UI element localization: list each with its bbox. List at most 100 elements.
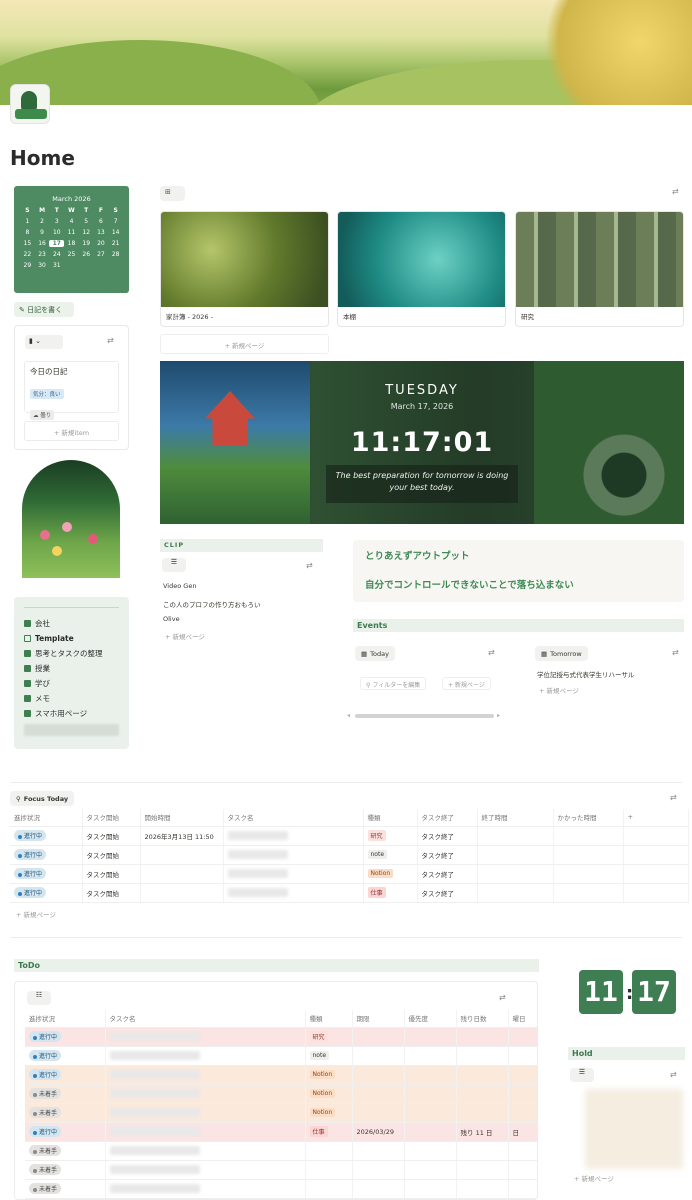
due-date[interactable] <box>352 1084 405 1104</box>
hold-blurred-card[interactable] <box>585 1089 683 1169</box>
table-row[interactable]: 未着手 <box>25 1160 537 1180</box>
type-tag[interactable]: 仕事 <box>367 887 386 898</box>
calendar-day[interactable]: 26 <box>79 251 94 258</box>
task-name-blurred[interactable] <box>223 845 364 865</box>
focus-new-page-button[interactable]: + 新規ページ <box>16 909 684 919</box>
todo-view-icon[interactable]: ☷ <box>27 991 51 1005</box>
table-row[interactable]: 進行中 タスク開始 Notion タスク終了 <box>10 864 689 884</box>
calendar-day[interactable]: 21 <box>108 240 123 247</box>
calendar-day[interactable]: 31 <box>49 262 64 269</box>
calendar-day[interactable]: 7 <box>108 218 123 225</box>
priority[interactable] <box>404 1160 457 1180</box>
due-date[interactable] <box>352 1065 405 1085</box>
calendar-day[interactable]: 12 <box>79 229 94 236</box>
calendar-day[interactable]: 10 <box>49 229 64 236</box>
status-pill[interactable]: 進行中 <box>29 1050 62 1061</box>
calendar-day[interactable]: 29 <box>20 262 35 269</box>
status-pill[interactable]: 進行中 <box>29 1069 62 1080</box>
gallery-new-page-button[interactable]: + 新規ページ <box>160 334 329 354</box>
column-header[interactable]: タスク名 <box>105 1010 306 1028</box>
priority[interactable] <box>404 1141 457 1161</box>
task-name-blurred[interactable] <box>105 1103 306 1123</box>
menu-item[interactable]: メモ <box>24 691 119 706</box>
column-header[interactable]: 終了時間 <box>477 809 554 827</box>
start-button[interactable]: タスク開始 <box>82 826 141 846</box>
type-tag[interactable]: note <box>367 850 388 859</box>
column-header[interactable]: 種類 <box>363 809 418 827</box>
edit-filter-button[interactable]: ⚲ フィルターを編集 <box>360 677 427 690</box>
due-date[interactable] <box>352 1160 405 1180</box>
type-tag[interactable]: Notion <box>309 1108 336 1117</box>
menu-item[interactable]: Template <box>24 631 119 646</box>
task-name-blurred[interactable] <box>105 1046 306 1066</box>
calendar-day[interactable]: 30 <box>35 262 50 269</box>
calendar-day[interactable]: 27 <box>94 251 109 258</box>
type-tag[interactable]: 研究 <box>367 830 386 841</box>
table-row[interactable]: 進行中 タスク開始 仕事 タスク終了 <box>10 883 689 903</box>
table-row[interactable]: 進行中 仕事 2026/03/29 残り 11 日日 <box>25 1122 537 1142</box>
due-date[interactable] <box>352 1103 405 1123</box>
start-button[interactable]: タスク開始 <box>82 864 141 884</box>
menu-item[interactable]: スマホ用ページ <box>24 706 119 721</box>
status-pill[interactable]: 未着手 <box>29 1088 62 1099</box>
table-row[interactable]: 進行中 タスク開始 note タスク終了 <box>10 845 689 865</box>
diary-card[interactable]: 今日の日記 気分：良い ☁ 曇り <box>24 361 119 420</box>
table-row[interactable]: 進行中 タスク開始 2026年3月13日 11:50 研究 タスク終了 <box>10 826 689 846</box>
hold-new-page-button[interactable]: + 新規ページ <box>574 1173 614 1183</box>
column-header[interactable]: 進捗状況 <box>10 809 83 827</box>
calendar-day[interactable]: 9 <box>35 229 50 236</box>
task-name-blurred[interactable] <box>105 1027 306 1047</box>
column-header[interactable]: 期限 <box>352 1010 405 1028</box>
task-name-blurred[interactable] <box>223 883 364 903</box>
task-name-blurred[interactable] <box>105 1084 306 1104</box>
column-header[interactable]: 開始時間 <box>140 809 224 827</box>
calendar-day[interactable]: 15 <box>20 240 35 247</box>
column-header[interactable]: 曜日 <box>508 1010 537 1028</box>
task-name-blurred[interactable] <box>223 864 364 884</box>
view-selector[interactable]: ▮ ⌄ <box>25 335 63 349</box>
calendar-day[interactable]: 13 <box>94 229 109 236</box>
due-date[interactable] <box>352 1046 405 1066</box>
table-row[interactable]: 進行中 研究 <box>25 1027 537 1047</box>
table-row[interactable]: 未着手 Notion <box>25 1103 537 1123</box>
clip-settings-icon[interactable]: ⇄ <box>306 561 313 570</box>
column-header[interactable]: タスク開始 <box>82 809 141 827</box>
due-date[interactable] <box>352 1141 405 1161</box>
calendar-day[interactable]: 25 <box>64 251 79 258</box>
events-tomorrow-new-page[interactable]: + 新規ページ <box>539 685 579 695</box>
end-button[interactable]: タスク終了 <box>417 826 478 846</box>
start-button[interactable]: タスク開始 <box>82 883 141 903</box>
priority[interactable] <box>404 1179 457 1199</box>
page-icon[interactable] <box>10 84 50 124</box>
clip-item[interactable]: この人のプロフの作り方おもろい <box>163 599 261 609</box>
due-date[interactable]: 2026/03/29 <box>352 1122 405 1142</box>
priority[interactable] <box>404 1027 457 1047</box>
events-tomorrow-tab[interactable]: ▦ Tomorrow <box>535 646 588 661</box>
table-row[interactable]: 未着手 <box>25 1141 537 1161</box>
calendar-day[interactable]: 18 <box>64 240 79 247</box>
type-tag[interactable]: 研究 <box>309 1031 328 1042</box>
due-date[interactable] <box>352 1179 405 1199</box>
task-name-blurred[interactable] <box>105 1160 306 1180</box>
calendar-day[interactable]: 8 <box>20 229 35 236</box>
page-title[interactable]: Home <box>10 146 75 170</box>
status-pill[interactable]: 進行中 <box>14 849 47 860</box>
calendar-day[interactable]: 11 <box>64 229 79 236</box>
calendar-day[interactable]: 23 <box>35 251 50 258</box>
new-item-button[interactable]: + 新規item <box>24 421 119 441</box>
calendar-day[interactable]: 6 <box>94 218 109 225</box>
events-today-settings-icon[interactable]: ⇄ <box>488 648 495 657</box>
table-row[interactable]: 進行中 note <box>25 1046 537 1066</box>
calendar-day[interactable]: 16 <box>35 240 50 247</box>
type-tag[interactable]: Notion <box>309 1070 336 1079</box>
gallery-view-icon[interactable]: ⊞ <box>160 186 185 201</box>
end-button[interactable]: タスク終了 <box>417 864 478 884</box>
calendar-day[interactable]: 24 <box>49 251 64 258</box>
status-pill[interactable]: 進行中 <box>29 1031 62 1042</box>
type-tag[interactable]: Notion <box>367 869 394 878</box>
column-header[interactable]: 優先度 <box>404 1010 457 1028</box>
status-pill[interactable]: 進行中 <box>29 1126 62 1137</box>
gallery-card-research[interactable]: 研究 <box>515 211 684 327</box>
priority[interactable] <box>404 1084 457 1104</box>
calendar-day[interactable]: 1 <box>20 218 35 225</box>
